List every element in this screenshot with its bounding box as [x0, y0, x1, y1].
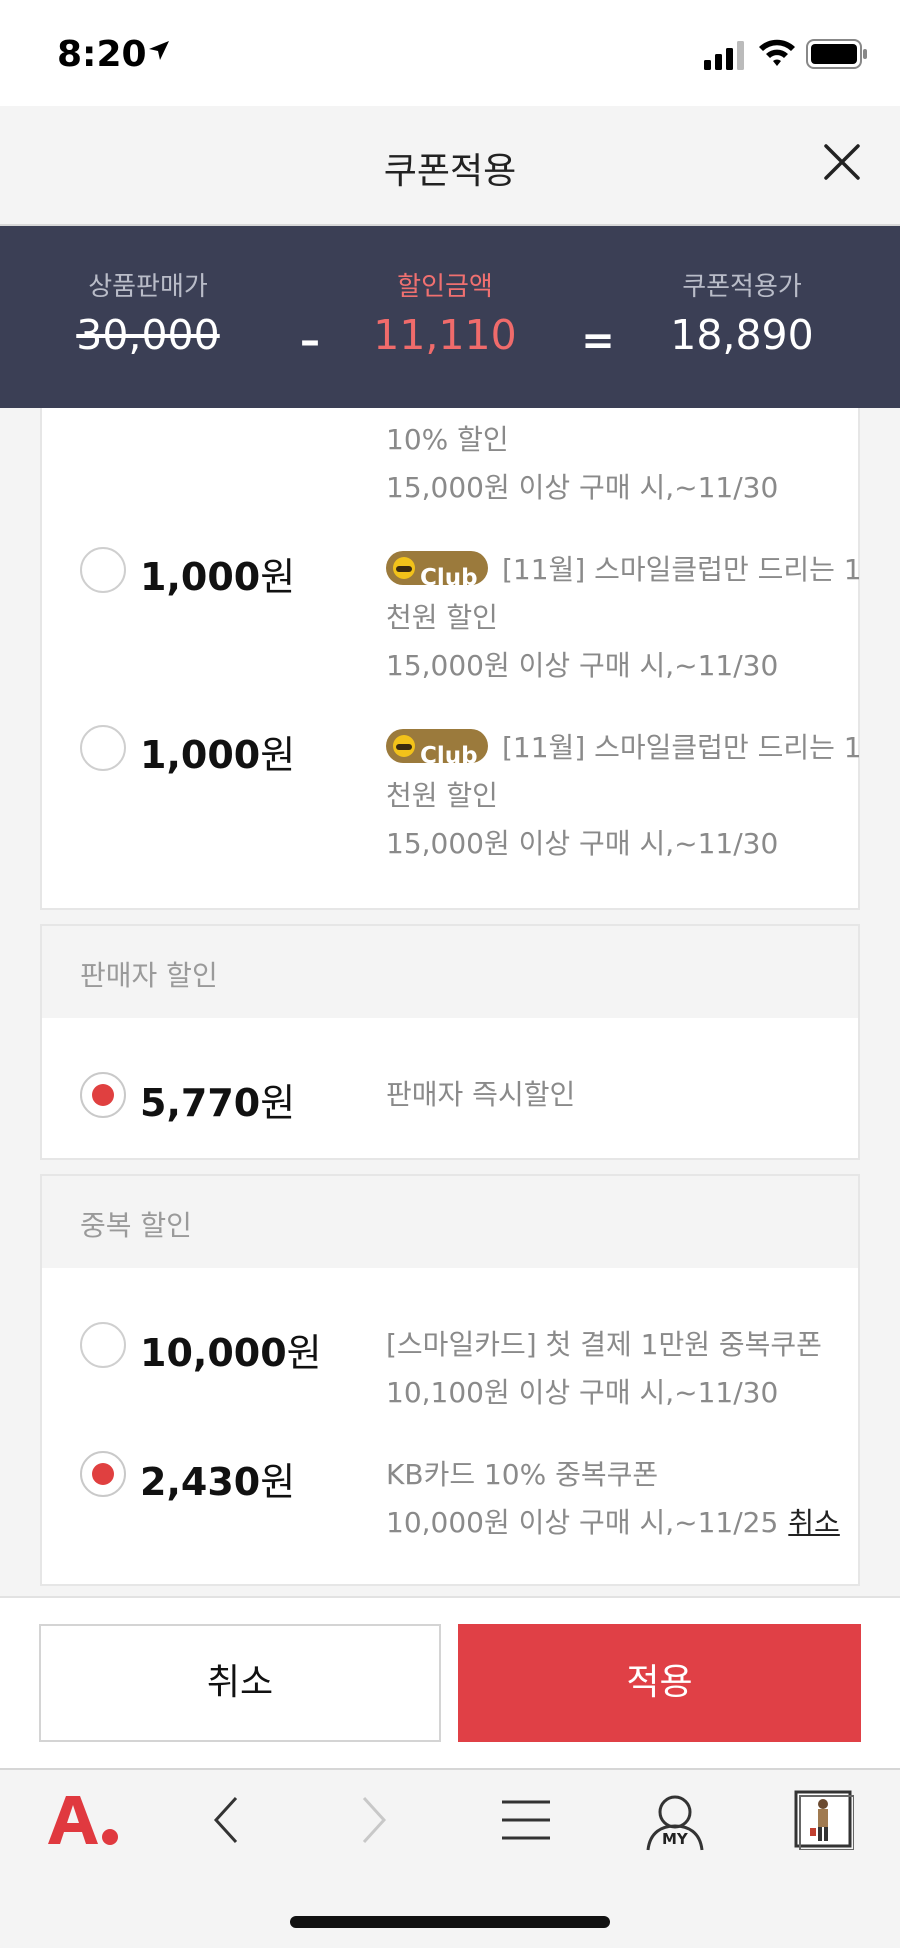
my-page-button[interactable]: MY — [644, 1790, 706, 1854]
seller-discount-radio[interactable] — [80, 1072, 126, 1118]
action-bar: 취소 적용 — [0, 1596, 900, 1768]
auction-logo-icon[interactable] — [44, 1792, 120, 1848]
wifi-icon — [759, 39, 795, 66]
coupon-modal-header: 쿠폰적용 — [0, 106, 900, 226]
final-price-value: 18,890 — [670, 311, 814, 359]
coupon-partial-line2: 15,000원 이상 구매 시,~11/30 — [386, 471, 779, 504]
duplicate-radio-1[interactable] — [80, 1322, 126, 1368]
club-badge-icon: Club — [386, 729, 488, 769]
minus-sign: – — [300, 318, 320, 364]
original-price-label: 상품판매가 — [88, 272, 208, 302]
duplicate-desc-1: [스마일카드] 첫 결제 1만원 중복쿠폰 10,100원 이상 구매 시,~1… — [386, 1328, 822, 1409]
page-title: 쿠폰적용 — [383, 151, 517, 192]
back-icon[interactable] — [210, 1794, 242, 1846]
coupon-list-card: 10% 할인 15,000원 이상 구매 시,~11/30 1,000원 Clu… — [40, 358, 862, 910]
status-bar: 8:20 — [0, 0, 900, 106]
seller-discount-header: 판매자 할인 — [42, 926, 858, 1018]
cancel-button[interactable]: 취소 — [39, 1624, 441, 1742]
my-label: MY — [662, 1830, 688, 1848]
seller-discount-card: 판매자 할인 5,770원 판매자 즉시할인 — [40, 924, 860, 1160]
home-indicator — [290, 1916, 610, 1928]
coupon-partial-desc: 10% 할인 15,000원 이상 구매 시,~11/30 — [386, 416, 866, 512]
discount-amount: 할인금액 11,110 — [325, 266, 565, 359]
price-summary-bar: 상품판매가 30,000 – 할인금액 11,110 = 쿠폰적용가 18,89… — [0, 226, 900, 408]
recent-item-thumbnail-icon[interactable] — [792, 1788, 854, 1850]
menu-icon[interactable] — [500, 1798, 552, 1842]
duplicate-discount-heading: 중복 할인 — [80, 1209, 192, 1242]
coupon-radio-1[interactable] — [80, 547, 126, 593]
seller-discount-desc: 판매자 즉시할인 — [386, 1078, 576, 1111]
duplicate-amount-2: 2,430원 — [140, 1460, 296, 1504]
duplicate-cancel-link[interactable]: 취소 — [788, 1506, 840, 1539]
coupon-radio-2[interactable] — [80, 725, 126, 771]
coupon-amount-2: 1,000원 — [140, 733, 296, 777]
status-time: 8:20 — [57, 34, 147, 75]
duplicate-desc-2: KB카드 10% 중복쿠폰 10,000원 이상 구매 시,~11/25 취소 — [386, 1458, 840, 1539]
coupon-desc-2: Club [11월] 스마일클럽만 드리는 1 천원 할인 15,000원 이상 … — [386, 729, 862, 860]
coupon-amount-1: 1,000원 — [140, 555, 296, 599]
forward-icon[interactable] — [358, 1794, 390, 1846]
original-price-value: 30,000 — [76, 311, 220, 359]
coupon-partial-line1: 10% 할인 — [386, 423, 509, 456]
duplicate-discount-card: 중복 할인 10,000원 [스마일카드] 첫 결제 1만원 중복쿠폰 10,1… — [40, 1174, 860, 1586]
location-arrow-icon — [149, 41, 169, 60]
club-badge-icon: Club — [386, 551, 488, 591]
original-price: 상품판매가 30,000 — [28, 266, 268, 359]
apply-button[interactable]: 적용 — [458, 1624, 861, 1742]
discount-amount-value: 11,110 — [373, 311, 517, 359]
seller-discount-heading: 판매자 할인 — [80, 959, 218, 992]
duplicate-amount-1: 10,000원 — [140, 1331, 322, 1375]
seller-discount-amount: 5,770원 — [140, 1081, 296, 1125]
discount-amount-label: 할인금액 — [397, 272, 493, 302]
battery-icon — [806, 39, 867, 69]
close-icon[interactable] — [820, 140, 864, 184]
coupon-desc-1: Club [11월] 스마일클럽만 드리는 1 천원 할인 15,000원 이상 … — [386, 551, 862, 682]
final-price: 쿠폰적용가 18,890 — [622, 266, 862, 359]
duplicate-radio-2[interactable] — [80, 1451, 126, 1497]
cellular-signal-icon — [704, 41, 744, 70]
final-price-label: 쿠폰적용가 — [682, 272, 802, 302]
equals-sign: = — [581, 318, 615, 364]
duplicate-discount-header: 중복 할인 — [42, 1176, 858, 1268]
